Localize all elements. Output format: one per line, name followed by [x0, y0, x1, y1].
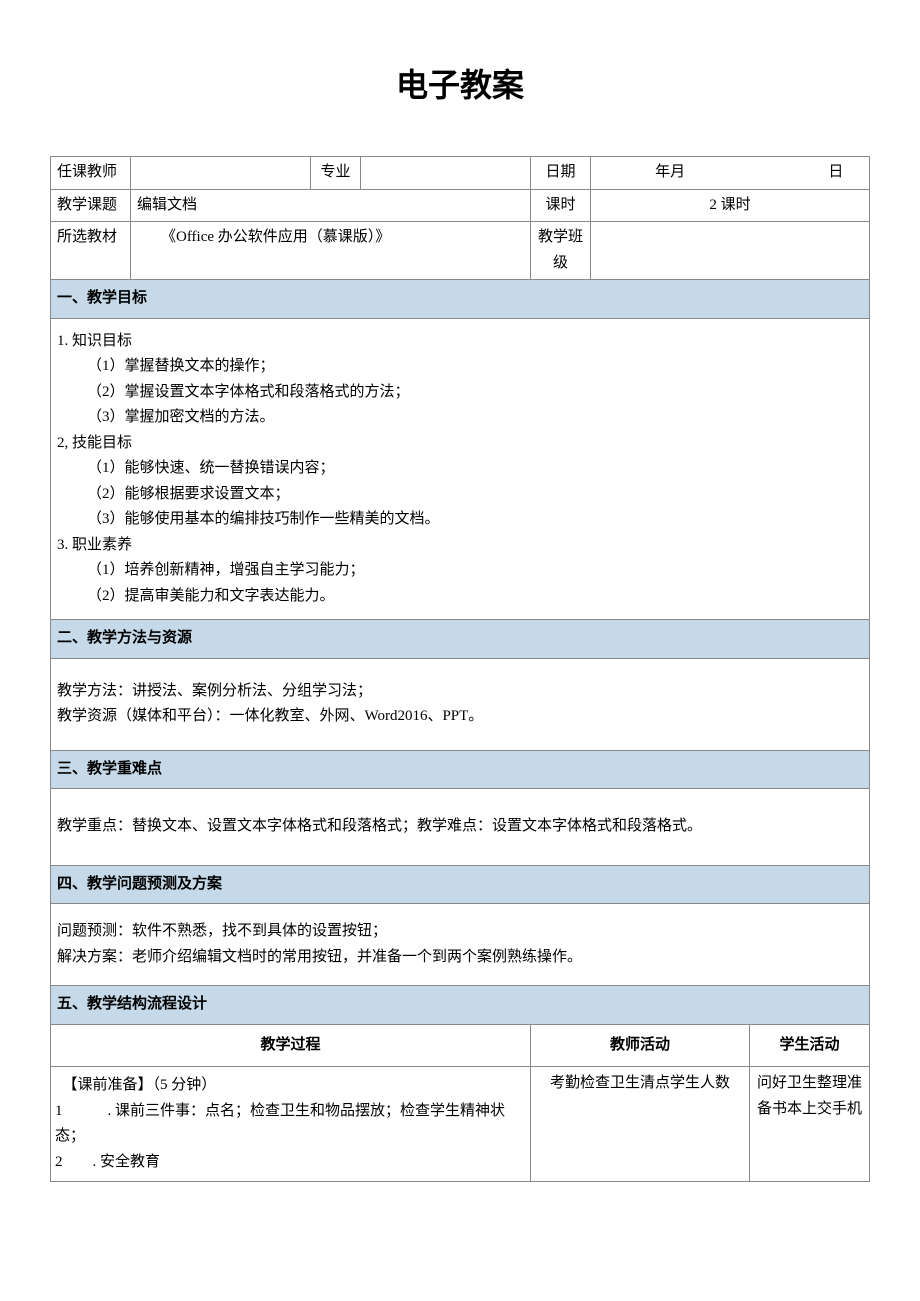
value-hours: 2 课时: [591, 189, 870, 222]
student-activity-cell: 问好卫生整理准备书本上交手机: [750, 1067, 870, 1182]
s1-p2: 2, 技能目标: [57, 435, 132, 451]
value-topic: 编辑文档: [131, 189, 531, 222]
lesson-plan-table: 任课教师 专业 日期 年月 日 教学课题 编辑文档 课时 2 课时 所选教材 《…: [50, 156, 870, 1182]
s1-p2-2: （2）能够根据要求设置文本；: [57, 482, 863, 508]
s1-p1-1: （1）掌握替换文本的操作；: [57, 354, 863, 380]
label-textbook: 所选教材: [51, 222, 131, 280]
s1-p1-3: （3）掌握加密文档的方法。: [57, 405, 863, 431]
s1-p3: 3. 职业素养: [57, 537, 132, 553]
s1-p2-3: （3）能够使用基本的编排技巧制作一些精美的文档。: [57, 507, 863, 533]
proc-l2: 1 . 课前三件事：点名；检查卫生和物品摆放；检查学生精神状态；: [55, 1103, 505, 1145]
process-cell: 【课前准备】（5 分钟） 1 . 课前三件事：点名；检查卫生和物品摆放；检查学生…: [51, 1067, 531, 1182]
value-major: [361, 157, 531, 190]
section-5-header: 五、教学结构流程设计: [51, 986, 870, 1025]
section-4-header: 四、教学问题预测及方案: [51, 865, 870, 904]
section-1-content: 1. 知识目标 （1）掌握替换文本的操作； （2）掌握设置文本字体格式和段落格式…: [51, 318, 870, 620]
label-hours: 课时: [531, 189, 591, 222]
label-major: 专业: [311, 157, 361, 190]
s1-p1-2: （2）掌握设置文本字体格式和段落格式的方法；: [57, 380, 863, 406]
date-year-month: 年月: [597, 160, 743, 186]
s4-l1: 问题预测：软件不熟悉，找不到具体的设置按钮；: [57, 923, 387, 939]
proc-l1: 【课前准备】（5 分钟）: [55, 1077, 216, 1093]
s2-l1: 教学方法：讲授法、案例分析法、分组学习法；: [57, 683, 372, 699]
section-1-header: 一、教学目标: [51, 280, 870, 319]
teacher-activity-cell: 考勤检查卫生清点学生人数: [531, 1067, 750, 1182]
value-textbook: 《Office 办公软件应用（慕课版）》: [131, 222, 531, 280]
label-teacher: 任课教师: [51, 157, 131, 190]
section-2-header: 二、教学方法与资源: [51, 620, 870, 659]
section-3-content: 教学重点：替换文本、设置文本字体格式和段落格式；教学难点：设置文本字体格式和段落…: [51, 789, 870, 866]
label-topic: 教学课题: [51, 189, 131, 222]
proc-l3: 2 . 安全教育: [55, 1154, 160, 1170]
value-date: 年月 日: [591, 157, 870, 190]
s2-l2: 教学资源（媒体和平台）：一体化教室、外网、Word2016、PPT。: [57, 708, 483, 724]
section-4-content: 问题预测：软件不熟悉，找不到具体的设置按钮； 解决方案：老师介绍编辑文档时的常用…: [51, 904, 870, 986]
value-teacher: [131, 157, 311, 190]
col-teacher: 教师活动: [531, 1024, 750, 1067]
value-class: [591, 222, 870, 280]
s1-p2-1: （1）能够快速、统一替换错误内容；: [57, 456, 863, 482]
s1-p1: 1. 知识目标: [57, 333, 132, 349]
col-student: 学生活动: [750, 1024, 870, 1067]
section-3-header: 三、教学重难点: [51, 750, 870, 789]
section-2-content: 教学方法：讲授法、案例分析法、分组学习法； 教学资源（媒体和平台）：一体化教室、…: [51, 658, 870, 750]
date-day: 日: [747, 160, 853, 186]
s3-l1: 教学重点：替换文本、设置文本字体格式和段落格式；教学难点：设置文本字体格式和段落…: [57, 818, 702, 834]
label-date: 日期: [531, 157, 591, 190]
s4-l2: 解决方案：老师介绍编辑文档时的常用按钮，并准备一个到两个案例熟练操作。: [57, 949, 582, 965]
s1-p3-1: （1）培养创新精神，增强自主学习能力；: [57, 558, 863, 584]
label-class: 教学班级: [531, 222, 591, 280]
document-title: 电子教案: [50, 60, 870, 106]
s1-p3-2: （2）提高审美能力和文字表达能力。: [57, 584, 863, 610]
col-process: 教学过程: [51, 1024, 531, 1067]
